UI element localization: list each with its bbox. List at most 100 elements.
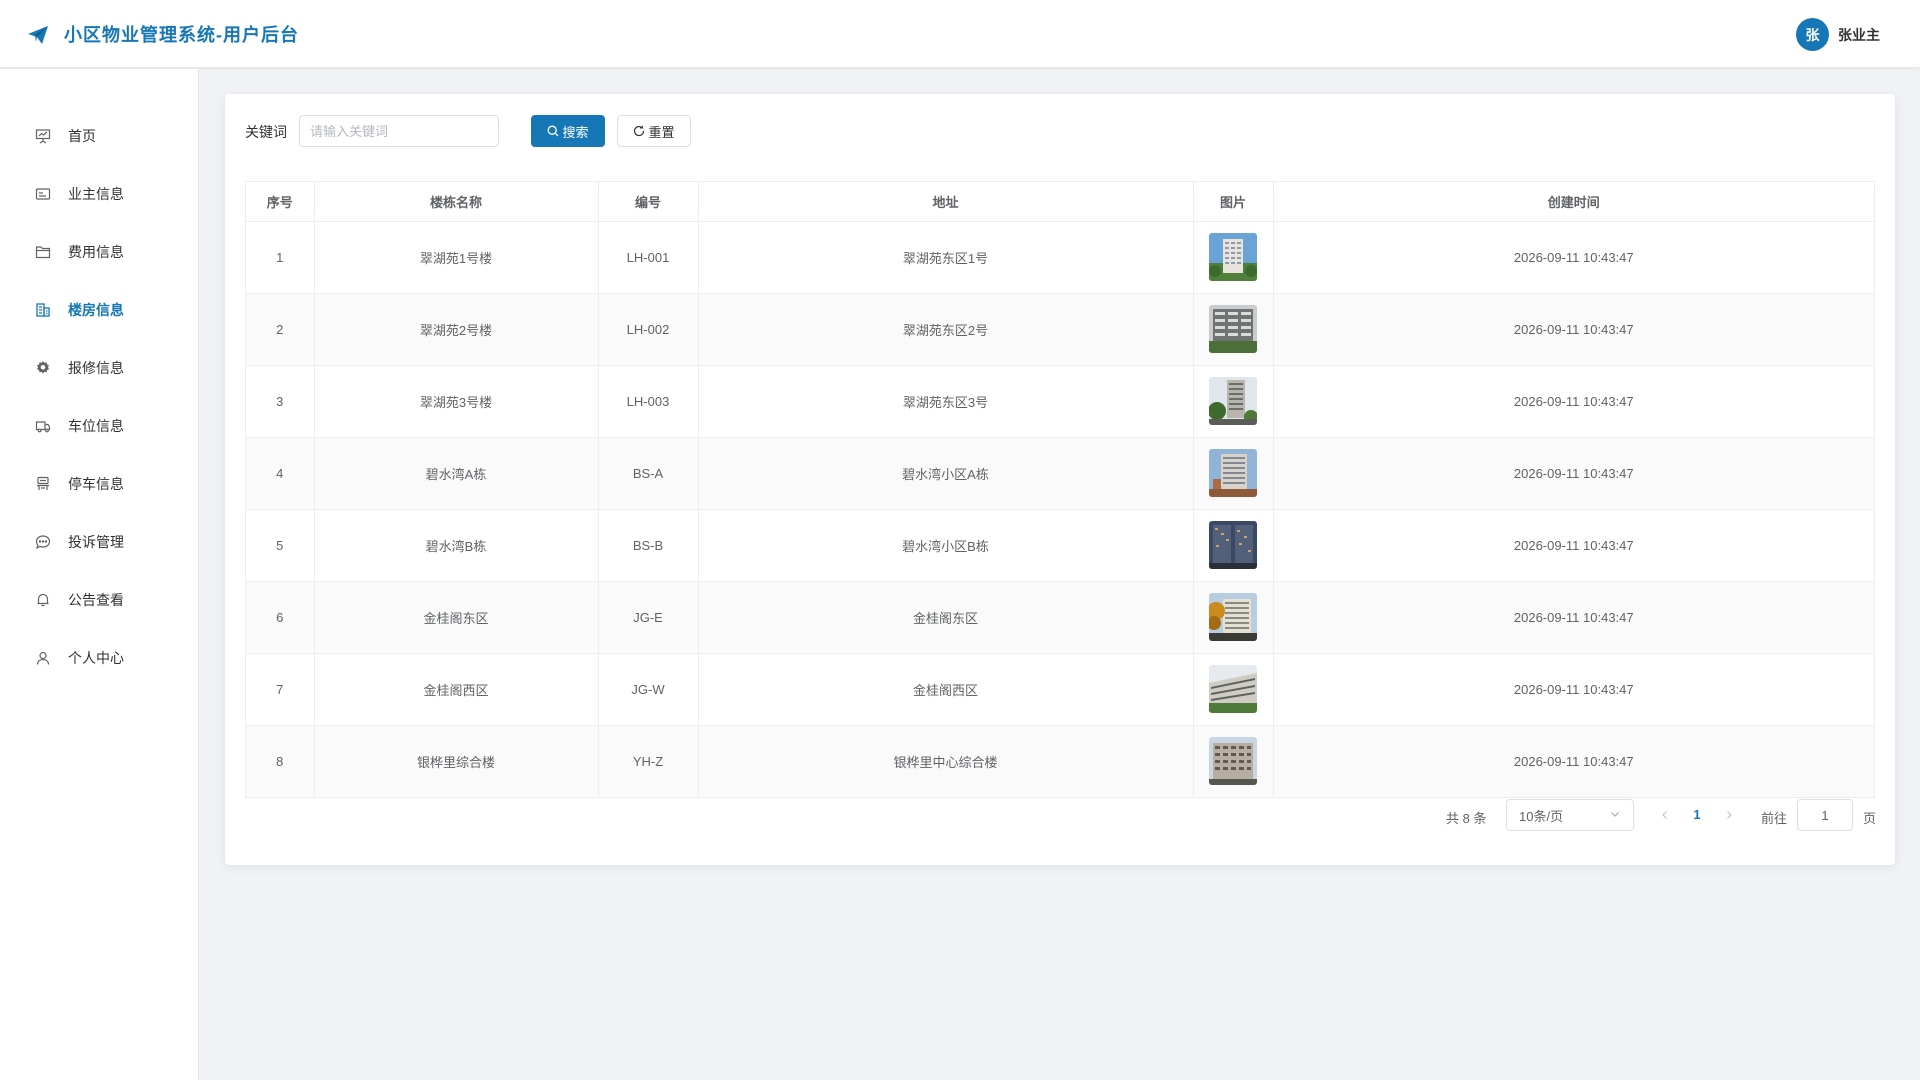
cell-image: [1193, 653, 1274, 726]
sidebar-item-label: 费用信息: [68, 244, 124, 260]
cell-code: LH-002: [598, 293, 699, 366]
cell-name: 金桂阁东区: [314, 581, 599, 654]
building-icon: [34, 301, 52, 319]
cell-address: 金桂阁西区: [698, 653, 1194, 726]
cell-created: 2026-09-11 10:43:47: [1273, 365, 1874, 438]
chevron-left-icon: [1662, 811, 1667, 819]
cell-created: 2026-09-11 10:43:47: [1273, 653, 1874, 726]
reset-button-label: 重置: [648, 124, 675, 140]
pagination: 共 8 条 10条/页 1 前往 页: [225, 799, 1895, 831]
sidebar-item-label: 停车信息: [68, 476, 124, 492]
sidebar-item-owner-info[interactable]: 业主信息: [0, 174, 198, 214]
goto-label: 前往: [1761, 811, 1788, 826]
page-size-select[interactable]: 10条/页: [1506, 799, 1634, 831]
cell-name: 金桂阁西区: [314, 653, 599, 726]
cell-code: LH-003: [598, 365, 699, 438]
goto-page-input[interactable]: [1797, 799, 1853, 831]
building-thumbnail[interactable]: [1209, 233, 1257, 281]
sidebar-item-home[interactable]: 首页: [0, 116, 198, 156]
building-thumbnail[interactable]: [1209, 521, 1257, 569]
cell-name: 翠湖苑3号楼: [314, 365, 599, 438]
table-row: 1 翠湖苑1号楼 LH-001 翠湖苑东区1号 2026-09-11 10:43…: [246, 221, 1874, 294]
cell-image: [1193, 437, 1274, 510]
user-menu[interactable]: 张 张业主: [1796, 18, 1880, 51]
top-header: 小区物业管理系统-用户后台 张 张业主: [0, 0, 1920, 68]
cell-created: 2026-09-11 10:43:47: [1273, 581, 1874, 654]
cell-created: 2026-09-11 10:43:47: [1273, 725, 1874, 797]
paper-plane-icon: [28, 26, 48, 44]
cell-address: 翠湖苑东区2号: [698, 293, 1194, 366]
bell-icon: [34, 591, 52, 609]
cell-index: 5: [246, 509, 315, 582]
app-title: 小区物业管理系统-用户后台: [64, 25, 299, 45]
truck-icon: [34, 417, 52, 435]
cell-index: 1: [246, 221, 315, 294]
sidebar-item-announcement[interactable]: 公告查看: [0, 580, 198, 620]
search-button[interactable]: 搜索: [531, 115, 605, 147]
goto-suffix: 页: [1863, 811, 1877, 826]
cell-created: 2026-09-11 10:43:47: [1273, 221, 1874, 294]
sidebar-item-parking-space-info[interactable]: 车位信息: [0, 406, 198, 446]
chevron-down-icon: [1609, 808, 1621, 823]
sidebar-item-label: 报修信息: [68, 360, 124, 376]
cell-image: [1193, 221, 1274, 294]
sidebar-item-fee-info[interactable]: 费用信息: [0, 232, 198, 272]
cell-created: 2026-09-11 10:43:47: [1273, 293, 1874, 366]
cell-index: 2: [246, 293, 315, 366]
cell-address: 碧水湾小区B栋: [698, 509, 1194, 582]
building-thumbnail[interactable]: [1209, 449, 1257, 497]
refresh-icon: [633, 125, 645, 137]
cell-index: 7: [246, 653, 315, 726]
building-thumbnail[interactable]: [1209, 593, 1257, 641]
cell-address: 金桂阁东区: [698, 581, 1194, 654]
table-header-row: 序号 楼栋名称 编号 地址 图片 创建时间: [246, 182, 1874, 222]
cell-code: BS-B: [598, 509, 699, 582]
sidebar-item-profile[interactable]: 个人中心: [0, 638, 198, 678]
prev-page-button[interactable]: [1657, 807, 1673, 823]
cell-address: 翠湖苑东区1号: [698, 221, 1194, 294]
cell-image: [1193, 725, 1274, 797]
sidebar-item-label: 楼房信息: [68, 302, 124, 318]
building-thumbnail[interactable]: [1209, 305, 1257, 353]
folder-icon: [34, 243, 52, 261]
table-row: 4 碧水湾A栋 BS-A 碧水湾小区A栋 2026-09-11 10:43:47: [246, 437, 1874, 510]
cell-index: 3: [246, 365, 315, 438]
building-thumbnail[interactable]: [1209, 377, 1257, 425]
gear-icon: [34, 359, 52, 377]
page-number-current[interactable]: 1: [1686, 807, 1708, 822]
reset-button[interactable]: 重置: [617, 115, 691, 147]
cell-name: 银桦里综合楼: [314, 725, 599, 797]
cell-address: 翠湖苑东区3号: [698, 365, 1194, 438]
sidebar-item-label: 业主信息: [68, 186, 124, 202]
keyword-label: 关键词: [245, 124, 287, 140]
sidebar-item-label: 车位信息: [68, 418, 124, 434]
table-row: 5 碧水湾B栋 BS-B 碧水湾小区B栋 2026-09-11 10:43:47: [246, 509, 1874, 582]
table-row: 3 翠湖苑3号楼 LH-003 翠湖苑东区3号 2026-09-11 10:43…: [246, 365, 1874, 438]
cell-name: 翠湖苑1号楼: [314, 221, 599, 294]
user-name[interactable]: 张业主: [1838, 25, 1880, 45]
table-row: 2 翠湖苑2号楼 LH-002 翠湖苑东区2号 2026-09-11 10:43…: [246, 293, 1874, 366]
keyword-input[interactable]: [299, 115, 499, 147]
column-header-image: 图片: [1193, 182, 1274, 222]
cell-index: 8: [246, 725, 315, 797]
sidebar-item-complaint[interactable]: 投诉管理: [0, 522, 198, 562]
sidebar-item-label: 个人中心: [68, 650, 124, 666]
column-header-index: 序号: [246, 182, 315, 222]
sidebar-item-parking-info[interactable]: 停车信息: [0, 464, 198, 504]
next-page-button[interactable]: [1721, 807, 1737, 823]
parking-icon: [34, 475, 52, 493]
column-header-name: 楼栋名称: [314, 182, 599, 222]
sidebar-item-repair-info[interactable]: 报修信息: [0, 348, 198, 388]
sidebar-item-building-info[interactable]: 楼房信息: [0, 290, 198, 330]
column-header-address: 地址: [698, 182, 1194, 222]
sidebar-item-label: 首页: [68, 128, 96, 144]
table-row: 6 金桂阁东区 JG-E 金桂阁东区 2026-09-11 10:43:47: [246, 581, 1874, 654]
cell-name: 碧水湾B栋: [314, 509, 599, 582]
avatar[interactable]: 张: [1796, 18, 1829, 51]
column-header-created: 创建时间: [1273, 182, 1874, 222]
cell-image: [1193, 365, 1274, 438]
building-thumbnail[interactable]: [1209, 665, 1257, 713]
cell-created: 2026-09-11 10:43:47: [1273, 437, 1874, 510]
building-thumbnail[interactable]: [1209, 737, 1257, 786]
presentation-icon: [34, 127, 52, 145]
